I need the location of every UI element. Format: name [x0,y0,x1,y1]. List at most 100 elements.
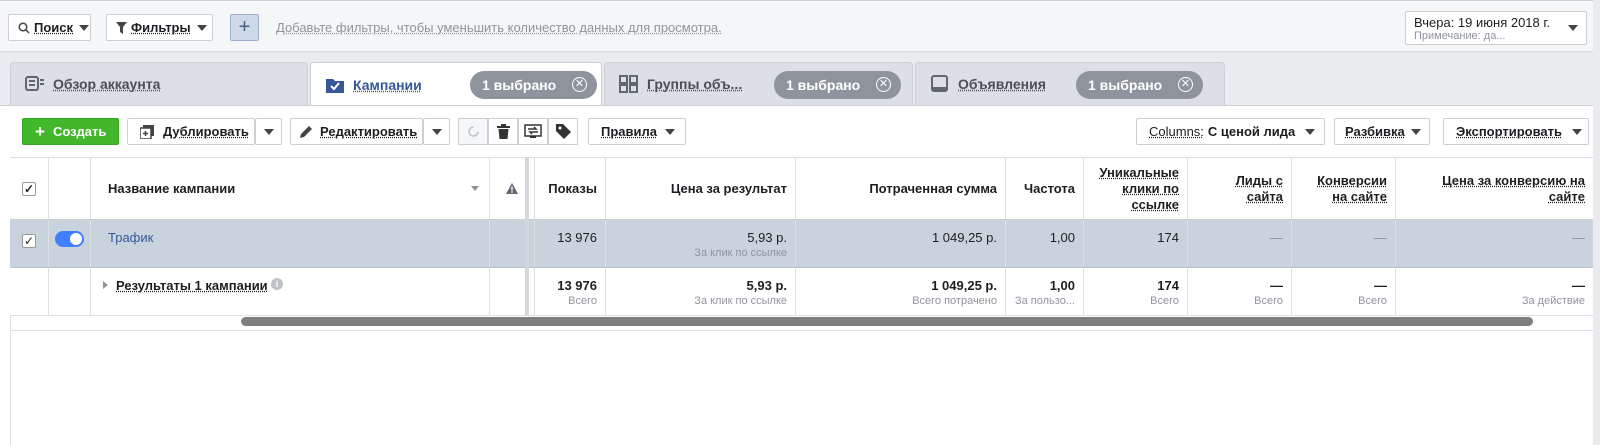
summary-name[interactable]: Результаты 1 кампании [116,278,268,293]
selection-pill[interactable]: 1 выбрано ✕ [470,71,597,99]
row-impressions: 13 976 [539,220,606,267]
campaign-name-link[interactable]: Трафик [108,230,153,245]
clear-selection-icon[interactable]: ✕ [1178,77,1193,92]
tab-ads[interactable]: Объявления 1 выбрано ✕ [915,62,1225,105]
refresh-icon [467,126,479,137]
chevron-down-icon [1305,128,1316,135]
selection-count: 1 выбрано [786,77,861,93]
header-frequency[interactable]: Частота [1006,158,1084,219]
selection-pill[interactable]: 1 выбрано ✕ [1076,71,1203,99]
campaign-folder-icon [326,78,344,93]
header-amount-spent[interactable]: Потраченная сумма [796,158,1006,219]
header-conv-line2: на сайте [1332,188,1387,204]
tab-campaigns[interactable]: Кампании 1 выбрано ✕ [310,62,602,106]
header-unique-clicks[interactable]: Уникальные клики по ссылке [1084,158,1188,219]
select-all-checkbox[interactable]: ✓ [22,182,36,196]
summary-row: Результаты 1 кампании i 13 976 Всего 5,9… [10,268,1593,316]
header-name[interactable]: Название кампании [91,158,490,219]
header-frequency-label: Частота [1023,180,1075,196]
refresh-button[interactable] [458,118,488,145]
summary-amount-spent-value: 1 049,25 р. [931,278,997,293]
table-row[interactable]: ✓ Трафик 13 976 5,93 р. За клик по ссылк… [10,220,1593,268]
tab-label: Объявления [958,76,1046,92]
summary-cost-per-conversion-value: — [1572,278,1585,293]
columns-prefix: Columns: [1149,124,1204,139]
table-left-border [10,315,11,445]
clear-selection-icon[interactable]: ✕ [876,77,891,92]
summary-cost-per-result-sub: За клик по ссылке [694,295,787,307]
header-cpc-line1: Цена за конверсию на [1442,172,1585,188]
columns-button[interactable]: Columns: С ценой лида [1136,118,1325,145]
row-leads: — [1188,220,1292,267]
table-bottom-border [10,330,1593,331]
header-leads-line2: сайта [1246,188,1283,204]
add-filter-button[interactable]: + [230,14,259,41]
selection-pill[interactable]: 1 выбрано ✕ [774,71,901,99]
filter-bar: Поиск Фильтры + Добавьте фильтры, чтобы … [0,0,1600,52]
tag-button[interactable] [548,118,578,145]
action-toolbar: + Создать Дублировать Редактировать Прав… [0,105,1593,157]
summary-frequency: 1,00 За пользо... [1006,268,1084,315]
unique-clicks-value: 174 [1157,230,1179,245]
row-checkbox[interactable]: ✓ [22,234,36,248]
header-leads-line1: Лиды с [1235,172,1283,188]
filter-icon [116,21,127,34]
header-unique-clicks-line3: ссылке [1131,196,1179,212]
chevron-down-icon [196,24,207,31]
date-range-picker[interactable]: Вчера: 19 июня 2018 г. Примечание: да... [1405,11,1587,45]
search-button[interactable]: Поиск [8,14,91,41]
tag-icon [555,124,571,139]
level-tabs: Обзор аккаунта Кампании 1 выбрано ✕ Груп… [0,52,1593,106]
summary-unique-clicks-value: 174 [1157,278,1179,293]
summary-unique-clicks-sub: Всего [1150,295,1179,307]
tab-account-overview[interactable]: Обзор аккаунта [10,62,308,105]
chevron-down-icon [1568,25,1578,31]
ad-sets-icon [619,75,638,93]
header-cost-per-conversion[interactable]: Цена за конверсию на сайте [1396,158,1593,219]
header-cost-per-result[interactable]: Цена за результат [606,158,796,219]
header-amount-spent-label: Потраченная сумма [869,180,997,196]
row-amount-spent: 1 049,25 р. [796,220,1006,267]
header-conv-line1: Конверсии [1317,172,1387,188]
create-button[interactable]: + Создать [22,118,119,145]
tab-ad-sets[interactable]: Группы объ... 1 выбрано ✕ [604,62,913,105]
horizontal-scrollbar[interactable] [241,317,1533,326]
header-select-cell: ✓ [10,158,49,219]
date-range-label: Вчера: 19 июня 2018 г. [1414,15,1551,30]
breakdown-button[interactable]: Разбивка [1334,118,1430,145]
summary-cost-per-result-value: 5,93 р. [746,278,787,293]
header-impressions[interactable]: Показы [539,158,606,219]
expand-icon[interactable] [103,281,108,289]
header-unique-clicks-line2: клики по [1122,180,1179,196]
duplicate-button[interactable]: Дублировать [127,118,255,145]
account-overview-icon [25,76,44,91]
filters-button[interactable]: Фильтры [106,14,213,41]
rules-button[interactable]: Правила [588,118,686,145]
date-note: Примечание: да... [1414,30,1506,42]
ab-test-button[interactable] [518,118,548,145]
header-website-conversions[interactable]: Конверсии на сайте [1292,158,1396,219]
filter-hint[interactable]: Добавьте фильтры, чтобы уменьшить количе… [276,20,722,35]
summary-leads-sub: Всего [1254,295,1283,307]
campaign-toggle[interactable] [55,231,84,247]
cost-per-result-value: 5,93 р. [747,230,787,245]
duplicate-menu-button[interactable] [255,118,282,145]
info-icon[interactable]: i [271,278,283,290]
summary-leads: — Всего [1188,268,1292,315]
page-edge [1593,0,1600,445]
rules-label: Правила [601,124,657,139]
impressions-value: 13 976 [557,230,597,245]
header-website-leads[interactable]: Лиды с сайта [1188,158,1292,219]
summary-amount-spent-sub: Всего потрачено [912,295,997,307]
chevron-down-icon [1572,128,1583,135]
summary-select-cell [10,268,49,315]
frequency-value: 1,00 [1049,230,1075,245]
delete-button[interactable] [488,118,518,145]
tab-label: Группы объ... [647,76,743,92]
edit-button[interactable]: Редактировать [290,118,423,145]
export-button[interactable]: Экспортировать [1443,118,1589,145]
clear-selection-icon[interactable]: ✕ [572,77,587,92]
summary-amount-spent: 1 049,25 р. Всего потрачено [796,268,1006,315]
tab-label: Кампании [353,76,422,93]
edit-menu-button[interactable] [423,118,450,145]
